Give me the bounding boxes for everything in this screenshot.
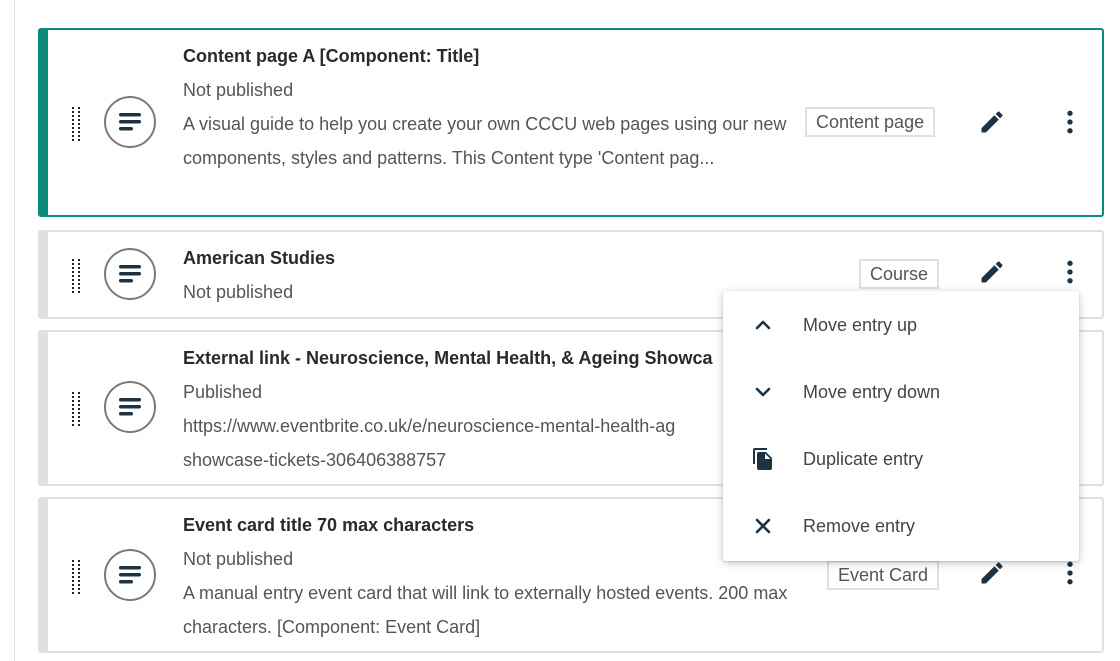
entry-title: Content page A [Component: Title]: [183, 46, 480, 66]
entry-status: Not published: [183, 549, 294, 569]
move-entry-up-item[interactable]: Move entry up: [723, 292, 1079, 359]
entry-text: External link - Neuroscience, Mental Hea…: [183, 342, 728, 477]
drag-handle-icon[interactable]: [71, 107, 81, 141]
chevron-up-icon: [751, 313, 775, 337]
entry-title: Event card title 70 max characters: [183, 515, 475, 535]
entry-text: Event card title 70 max characters Not p…: [183, 509, 813, 644]
entry-description: https://www.eventbrite.co.uk/e/neuroscie…: [183, 416, 676, 470]
chevron-down-icon: [751, 380, 775, 404]
entry-title: American Studies: [183, 248, 336, 268]
entry-description: A manual entry event card that will link…: [183, 583, 788, 637]
entry-type-badge: Content page: [805, 107, 936, 137]
more-options-icon[interactable]: [1056, 108, 1084, 136]
duplicate-entry-item[interactable]: Duplicate entry: [723, 426, 1079, 493]
entry-description: A visual guide to help you create your o…: [183, 114, 787, 168]
duplicate-icon: [751, 447, 775, 471]
close-icon: [751, 514, 775, 538]
menu-item-label: Move entry down: [803, 382, 941, 402]
entry-title: External link - Neuroscience, Mental Hea…: [183, 348, 713, 368]
text-entry-icon: [104, 549, 156, 601]
more-options-icon[interactable]: [1056, 559, 1084, 587]
edit-icon[interactable]: [978, 258, 1006, 286]
entry-status: Not published: [183, 80, 294, 100]
entry-type-badge: Course: [859, 259, 940, 289]
remove-entry-item[interactable]: Remove entry: [723, 493, 1079, 560]
drag-handle-icon[interactable]: [71, 392, 81, 426]
entry-actions-menu: Move entry up Move entry down Duplicate …: [723, 291, 1079, 561]
entry-type-badge: Event Card: [827, 560, 940, 590]
menu-item-label: Remove entry: [803, 516, 916, 536]
move-entry-down-item[interactable]: Move entry down: [723, 359, 1079, 426]
edit-icon[interactable]: [978, 108, 1006, 136]
entry-status: Published: [183, 382, 263, 402]
entry-status: Not published: [183, 282, 294, 302]
menu-item-label: Move entry up: [803, 315, 918, 335]
drag-handle-icon[interactable]: [71, 560, 81, 594]
edit-icon[interactable]: [978, 559, 1006, 587]
text-entry-icon: [104, 381, 156, 433]
entry-text: American Studies Not published: [183, 242, 793, 309]
menu-item-label: Duplicate entry: [803, 449, 924, 469]
entry-card[interactable]: Content page A [Component: Title] Not pu…: [38, 28, 1104, 217]
entry-text: Content page A [Component: Title] Not pu…: [183, 40, 793, 175]
left-divider: [14, 0, 15, 661]
drag-handle-icon[interactable]: [71, 259, 81, 293]
more-options-icon[interactable]: [1056, 258, 1084, 286]
text-entry-icon: [104, 248, 156, 300]
text-entry-icon: [104, 96, 156, 148]
